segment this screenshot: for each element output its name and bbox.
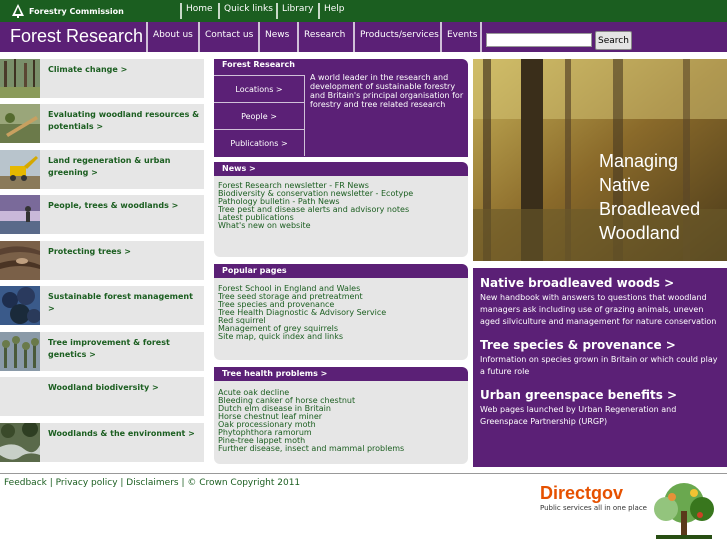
seedlings-photo-icon [0,332,40,371]
top-bar: Forestry Commission Home Quick links Lib… [0,0,727,22]
search-button[interactable]: Search [595,31,632,50]
popular-pages-heading: Popular pages [214,264,468,278]
forest-research-box: Forest Research Locations > People > Pub… [214,59,468,157]
feature-body: New handbook with answers to questions t… [480,293,717,326]
topic-label: Woodland biodiversity > [48,383,159,392]
topic-label: Woodlands & the environment > [48,429,195,438]
feature-heading-tree-species[interactable]: Tree species & provenance > [480,338,676,352]
feature-heading-urban-greenspace[interactable]: Urban greenspace benefits > [480,388,677,402]
nav-products-services[interactable]: Products/services [353,22,439,52]
feature-body: Web pages launched by Urban Regeneration… [480,405,677,426]
nav-contact-us[interactable]: Contact us [198,22,253,52]
top-link-library[interactable]: Library [276,3,313,19]
topic-protecting-trees[interactable]: Protecting trees > [0,241,204,280]
tree-health-list: Acute oak decline Bleeding canker of hor… [214,381,468,464]
topic-label: Protecting trees > [48,247,131,256]
nav-events[interactable]: Events [440,22,477,52]
hero-banner[interactable]: Managing Native Broadleaved Woodland [473,59,727,261]
tree-health-heading[interactable]: Tree health problems > [214,367,468,381]
top-link-help[interactable]: Help [318,3,345,19]
topic-land-regeneration[interactable]: Land regeneration & urban greening > [0,150,204,189]
popular-link[interactable]: Site map, quick index and links [218,333,468,341]
directgov-logo[interactable]: Directgov Public services all in one pla… [540,483,647,512]
hero-text: Managing Native Broadleaved Woodland [599,149,700,245]
machinery-photo-icon [0,150,40,189]
topic-sustainable-forest[interactable]: Sustainable forest management > [0,286,204,325]
directgov-name: Directgov [540,483,624,503]
site-title[interactable]: Forest Research [10,26,143,47]
tree-logo-icon [12,4,24,18]
hero-line: Woodland [599,223,680,243]
people-photo-icon [0,195,40,234]
hero-line: Broadleaved [599,199,701,219]
forestry-commission-logo[interactable]: Forestry Commission [10,3,124,19]
nav-about-us[interactable]: About us [146,22,193,52]
feature-body: Information on species grown in Britain … [480,355,718,376]
tree-health-link[interactable]: Further disease, insect and mammal probl… [218,445,468,453]
page: Forestry Commission Home Quick links Lib… [0,0,727,545]
topic-label: Evaluating woodland resources & potentia… [48,110,200,131]
tree-emblem-icon[interactable] [646,481,722,543]
footer-links[interactable]: Feedback | Privacy policy | Disclaimers … [4,478,300,488]
nav-news[interactable]: News [258,22,289,52]
news-heading[interactable]: News > [214,162,468,176]
fr-link-publications[interactable]: Publications > [214,129,305,156]
feature-heading-native-woods[interactable]: Native broadleaved woods > [480,276,674,290]
stream-photo-icon [0,423,40,462]
topic-climate-change[interactable]: Climate change > [0,59,204,98]
logo-text: Forestry Commission [29,6,124,16]
bark-photo-icon [0,241,40,280]
nav-research[interactable]: Research [297,22,345,52]
search-input[interactable] [486,33,592,47]
footer-divider [0,473,727,474]
topic-label: Sustainable forest management > [48,292,193,313]
forest-research-description: A world leader in the research and devel… [310,73,464,109]
topic-people-trees[interactable]: People, trees & woodlands > [0,195,204,234]
topic-label: People, trees & woodlands > [48,201,179,210]
hero-line: Managing [599,151,679,171]
forest-photo-icon [0,59,40,98]
measuring-photo-icon [0,104,40,143]
news-link[interactable]: What's new on website [218,222,468,230]
topic-woodlands-environment[interactable]: Woodlands & the environment > [0,423,204,462]
topic-label: Climate change > [48,65,128,74]
top-link-quick-links[interactable]: Quick links [218,3,273,19]
topic-tree-improvement[interactable]: Tree improvement & forest genetics > [0,332,204,371]
forest-research-title: Forest Research [222,60,295,69]
topic-woodland-biodiversity[interactable]: Woodland biodiversity > [0,377,204,416]
fr-link-locations[interactable]: Locations > [214,75,305,102]
directgov-tagline: Public services all in one place [540,504,647,512]
topic-label: Tree improvement & forest genetics > [48,338,170,359]
fr-link-people[interactable]: People > [214,102,305,129]
news-list: Forest Research newsletter - FR News Bio… [214,176,468,257]
topic-label: Land regeneration & urban greening > [48,156,171,177]
hero-line: Native [599,175,651,195]
topic-evaluating-woodland[interactable]: Evaluating woodland resources & potentia… [0,104,204,143]
top-link-home[interactable]: Home [180,3,213,19]
popular-pages-list: Forest School in England and Wales Tree … [214,278,468,360]
foliage-photo-icon [0,286,40,325]
feature-panel: Native broadleaved woods > New handbook … [473,268,727,467]
